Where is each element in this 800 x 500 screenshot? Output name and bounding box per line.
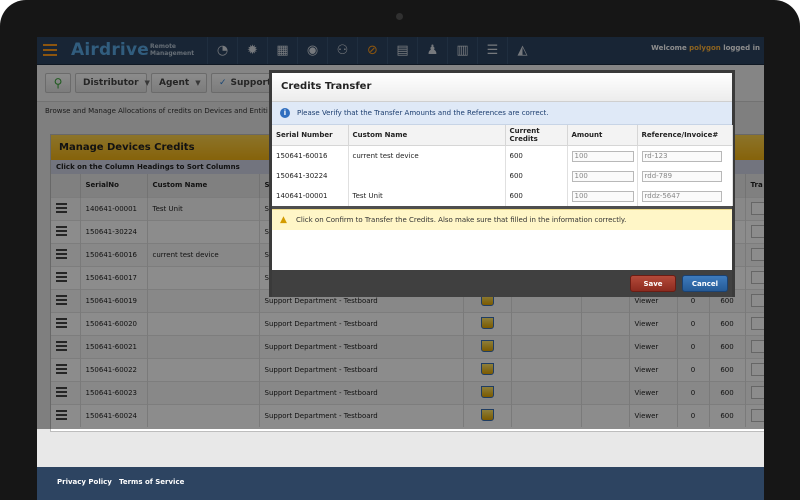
col-header-custom-name: Custom Name: [348, 125, 506, 146]
warning-icon: ▲: [280, 215, 287, 225]
amount-input[interactable]: [571, 170, 634, 182]
reference-input[interactable]: [641, 170, 722, 182]
cell-custom-name: Test Unit: [348, 186, 506, 206]
laptop-frame: Airdrive Remote Management ◔ ✹ ▦ ◉ ⚇ ⊘ ▤…: [0, 0, 800, 500]
col-header-amount: Amount: [567, 125, 638, 146]
transfer-row: 150641-30224 600: [272, 166, 733, 186]
cell-current-credits: 600: [505, 166, 568, 186]
cancel-button[interactable]: Cancel: [682, 275, 728, 292]
credits-transfer-dialog: Credits Transfer i Please Verify that th…: [269, 70, 735, 297]
reference-input[interactable]: [641, 190, 722, 202]
dialog-title: Credits Transfer: [281, 81, 372, 92]
privacy-policy-link[interactable]: Privacy Policy: [57, 478, 112, 486]
col-header-serial-number: Serial Number: [272, 125, 349, 146]
transfer-table: Serial Number Custom Name Current Credit…: [272, 125, 733, 206]
col-header-current-credits: Current Credits: [505, 125, 568, 146]
cell-current-credits: 600: [505, 145, 568, 166]
terms-of-service-link[interactable]: Terms of Service: [119, 478, 184, 486]
dialog-footer: Save Cancel: [272, 270, 732, 297]
page-footer: Privacy Policy Terms of Service: [37, 467, 764, 500]
transfer-row: 140641-00001 Test Unit 600: [272, 186, 733, 206]
reference-input[interactable]: [641, 150, 722, 162]
dialog-body-spacer: [272, 230, 732, 270]
cell-serial: 150641-60016: [272, 145, 349, 166]
col-header-reference: Reference/Invoice#: [637, 125, 733, 146]
webcam: [396, 13, 403, 20]
cell-custom-name: [348, 166, 506, 186]
dialog-header: Credits Transfer: [272, 73, 732, 102]
info-message: i Please Verify that the Transfer Amount…: [272, 102, 732, 125]
transfer-row: 150641-60016 current test device 600: [272, 145, 733, 166]
cell-custom-name: current test device: [348, 145, 506, 166]
transfer-header-row: Serial Number Custom Name Current Credit…: [272, 125, 733, 146]
warning-message: ▲ Click on Confirm to Transfer the Credi…: [272, 209, 732, 231]
cell-serial: 140641-00001: [272, 186, 349, 206]
amount-input[interactable]: [571, 190, 634, 202]
cell-serial: 150641-30224: [272, 166, 349, 186]
info-icon: i: [280, 108, 290, 118]
save-button[interactable]: Save: [630, 275, 676, 292]
cell-current-credits: 600: [505, 186, 568, 206]
app-screen: Airdrive Remote Management ◔ ✹ ▦ ◉ ⚇ ⊘ ▤…: [37, 37, 764, 500]
amount-input[interactable]: [571, 150, 634, 162]
